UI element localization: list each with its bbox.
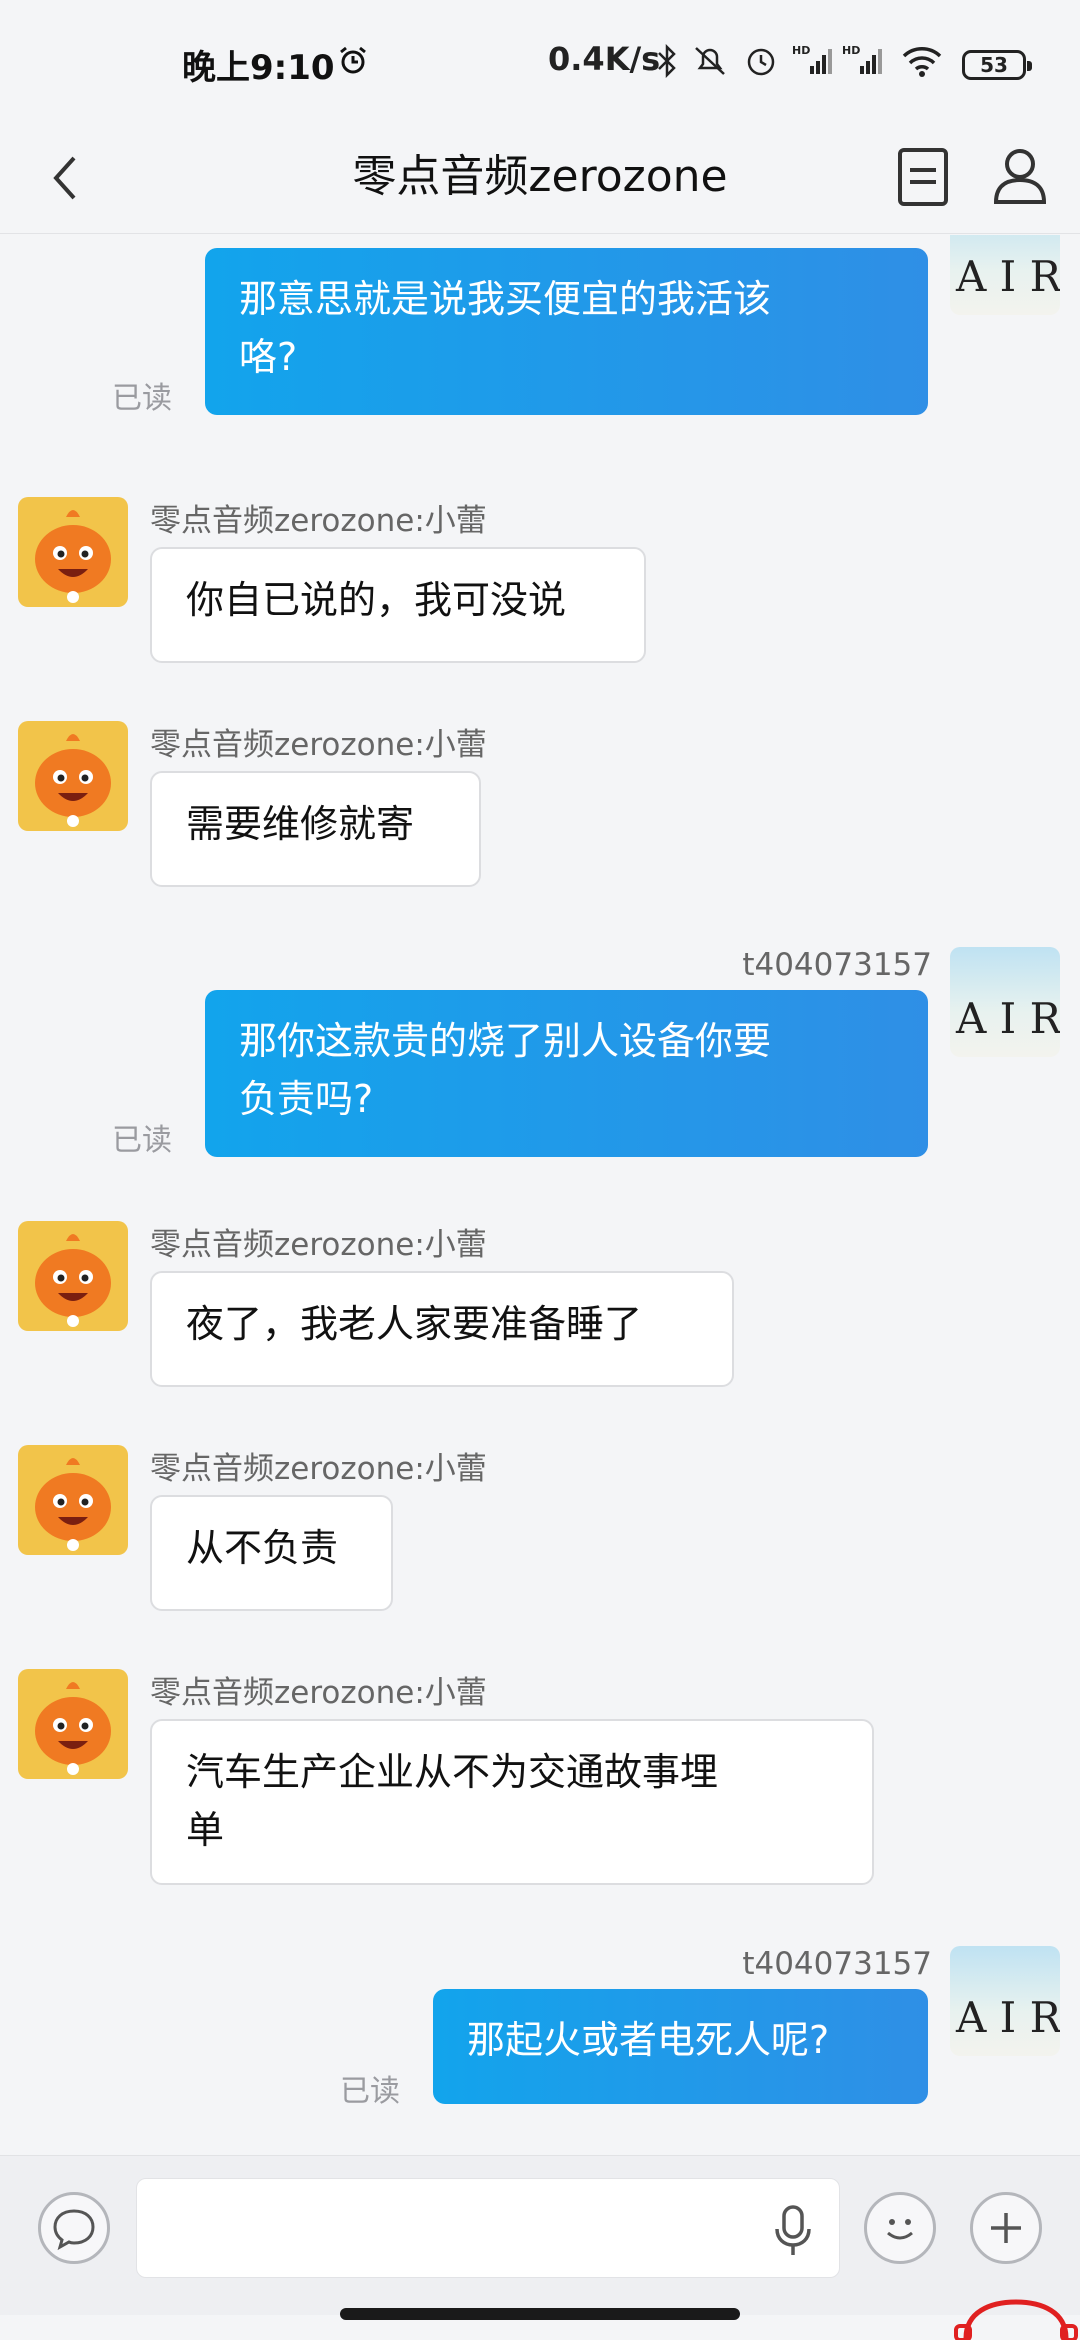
- message-bubble[interactable]: 你自已说的，我可没说: [150, 547, 646, 663]
- air-logo-icon: A I R: [955, 994, 1060, 1043]
- message-text-line: 那意思就是说我买便宜的我活该: [239, 277, 772, 321]
- mascot-icon: [35, 734, 111, 827]
- message-text-line: 你自已说的，我可没说: [186, 578, 567, 622]
- alarm-icon: [340, 46, 366, 74]
- status-bar: 晚上9:10 0.4K/s HD HD 53: [0, 0, 1080, 120]
- message-text-line: 单: [186, 1808, 225, 1852]
- message-text-line: 从不负责: [186, 1526, 339, 1570]
- avatar[interactable]: [18, 1221, 128, 1331]
- message-text-line: 那起火或者电死人呢?: [467, 2018, 830, 2062]
- sender-name: 零点音频zerozone:小蕾: [150, 503, 487, 539]
- emoji-icon: [887, 2219, 913, 2240]
- avatar[interactable]: [18, 497, 128, 607]
- notes-icon[interactable]: [888, 140, 960, 212]
- emoji-button[interactable]: [864, 2192, 936, 2264]
- svg-text:HD: HD: [842, 44, 860, 57]
- bluetooth-icon: [658, 44, 676, 78]
- headphone-logo-icon: [954, 2299, 1078, 2340]
- wifi-icon: [902, 47, 942, 77]
- mascot-icon: [35, 1234, 111, 1327]
- svg-text:HD: HD: [792, 44, 810, 57]
- message-text-line: 咯?: [239, 335, 298, 379]
- chat-message-list[interactable]: t404073157 A I R 那意思就是说我买便宜的我活该 咯? 已读 零点…: [0, 235, 1080, 2155]
- avatar[interactable]: A I R: [950, 1946, 1060, 2056]
- air-logo-icon: A I R: [955, 252, 1060, 301]
- voice-bubble-button[interactable]: [38, 2192, 110, 2264]
- sender-name: t404073157: [742, 1946, 932, 1982]
- avatar[interactable]: A I R: [950, 235, 1060, 315]
- sender-name: 零点音频zerozone:小蕾: [150, 1227, 487, 1263]
- mascot-icon: [35, 1458, 111, 1551]
- clock-icon: [747, 48, 775, 76]
- voice-bubble-icon: [53, 2209, 95, 2251]
- message-bubble[interactable]: 那你这款贵的烧了别人设备你要 负责吗?: [205, 990, 928, 1157]
- sender-name: 零点音频zerozone:小蕾: [150, 727, 487, 763]
- avatar-text: A I R: [955, 252, 1060, 301]
- input-bar: [0, 2155, 1080, 2315]
- signal-hd-icon: HD: [792, 44, 832, 74]
- message-bubble[interactable]: 那起火或者电死人呢?: [433, 1989, 928, 2104]
- message-bubble[interactable]: 汽车生产企业从不为交通故事埋 单: [150, 1719, 874, 1885]
- avatar-text: A I R: [955, 994, 1060, 1043]
- battery-icon: 53: [962, 50, 1032, 80]
- sender-name: t404073157: [742, 947, 932, 983]
- sender-name: 零点音频zerozone:小蕾: [150, 1675, 487, 1711]
- avatar[interactable]: A I R: [950, 947, 1060, 1057]
- air-logo-icon: A I R: [955, 1993, 1060, 2042]
- sender-name: 零点音频zerozone:小蕾: [150, 1451, 487, 1487]
- read-receipt: 已读: [340, 2074, 400, 2109]
- mascot-icon: [35, 1682, 111, 1775]
- plus-icon: [991, 2213, 1021, 2243]
- message-text-line: 那你这款贵的烧了别人设备你要: [239, 1019, 772, 1063]
- message-text-line: 夜了，我老人家要准备睡了: [186, 1302, 643, 1346]
- chat-header: 零点音频zerozone: [0, 120, 1080, 234]
- avatar-text: A I R: [955, 1993, 1060, 2042]
- message-bubble[interactable]: 需要维修就寄: [150, 771, 481, 887]
- avatar[interactable]: [18, 1445, 128, 1555]
- microphone-icon[interactable]: [769, 2203, 817, 2259]
- avatar[interactable]: [18, 1669, 128, 1779]
- plus-button[interactable]: [970, 2192, 1042, 2264]
- mascot-icon: [35, 510, 111, 603]
- home-indicator[interactable]: [340, 2308, 740, 2320]
- message-bubble[interactable]: 夜了，我老人家要准备睡了: [150, 1271, 734, 1387]
- message-bubble[interactable]: 那意思就是说我买便宜的我活该 咯?: [205, 248, 928, 415]
- status-time: 晚上9:10: [182, 48, 335, 88]
- read-receipt: 已读: [112, 1123, 172, 1158]
- message-text-line: 汽车生产企业从不为交通故事埋: [186, 1750, 719, 1794]
- avatar[interactable]: [18, 721, 128, 831]
- message-text-line: 需要维修就寄: [186, 802, 415, 846]
- sender-name: t404073157: [742, 235, 932, 241]
- signal-hd-icon: HD: [842, 44, 882, 74]
- profile-icon[interactable]: [984, 140, 1056, 212]
- network-speed: 0.4K/s: [548, 40, 661, 78]
- message-text-line: 负责吗?: [239, 1077, 374, 1121]
- message-bubble[interactable]: 从不负责: [150, 1495, 393, 1611]
- message-input[interactable]: [136, 2178, 840, 2278]
- mute-icon: [695, 47, 725, 75]
- read-receipt: 已读: [112, 381, 172, 416]
